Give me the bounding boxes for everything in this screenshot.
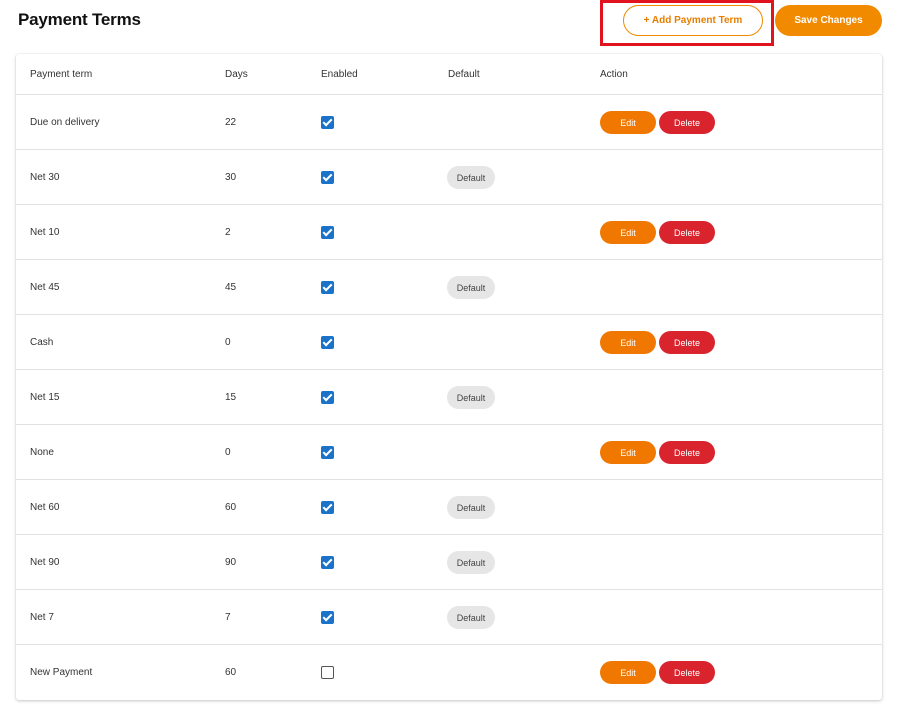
table-row: Net 60 60 Default: [16, 480, 882, 535]
payment-term-days: 60: [225, 502, 237, 513]
enabled-checkbox[interactable]: [321, 611, 334, 624]
table-header: Payment term Days Enabled Default Action: [16, 54, 882, 95]
payment-term-name: Cash: [30, 337, 54, 348]
table-row: Due on delivery 22 Edit Delete: [16, 95, 882, 150]
payment-term-name: None: [30, 447, 54, 458]
enabled-checkbox[interactable]: [321, 501, 334, 514]
payment-term-days: 0: [225, 447, 231, 458]
payment-term-days: 2: [225, 227, 231, 238]
payment-term-days: 60: [225, 667, 237, 678]
table-row: New Payment 60 Edit Delete: [16, 645, 882, 700]
payment-term-name: Due on delivery: [30, 117, 100, 128]
column-header-enabled: Enabled: [321, 69, 358, 80]
delete-button[interactable]: Delete: [659, 661, 715, 684]
enabled-checkbox[interactable]: [321, 666, 334, 679]
default-chip: Default: [447, 496, 495, 519]
table-row: Net 15 15 Default: [16, 370, 882, 425]
payment-term-name: Net 30: [30, 172, 60, 183]
delete-button[interactable]: Delete: [659, 111, 715, 134]
column-header-default: Default: [448, 69, 480, 80]
payment-terms-table: Payment term Days Enabled Default Action…: [16, 54, 882, 700]
table-row: Net 45 45 Default: [16, 260, 882, 315]
page-title: Payment Terms: [18, 10, 141, 29]
delete-button[interactable]: Delete: [659, 331, 715, 354]
enabled-checkbox[interactable]: [321, 446, 334, 459]
column-header-action: Action: [600, 69, 628, 80]
table-row: Net 7 7 Default: [16, 590, 882, 645]
column-header-days: Days: [225, 69, 248, 80]
table-row: Net 30 30 Default: [16, 150, 882, 205]
default-chip: Default: [447, 166, 495, 189]
delete-button[interactable]: Delete: [659, 221, 715, 244]
table-row: Net 90 90 Default: [16, 535, 882, 590]
payment-term-name: Net 45: [30, 282, 60, 293]
delete-button[interactable]: Delete: [659, 441, 715, 464]
enabled-checkbox[interactable]: [321, 171, 334, 184]
payment-term-days: 7: [225, 612, 231, 623]
payment-term-name: Net 15: [30, 392, 60, 403]
payment-term-name: Net 10: [30, 227, 60, 238]
payment-term-days: 90: [225, 557, 237, 568]
payment-term-days: 30: [225, 172, 237, 183]
default-chip: Default: [447, 606, 495, 629]
enabled-checkbox[interactable]: [321, 391, 334, 404]
payment-term-name: Net 90: [30, 557, 60, 568]
edit-button[interactable]: Edit: [600, 441, 656, 464]
payment-term-days: 0: [225, 337, 231, 348]
save-changes-button[interactable]: Save Changes: [775, 5, 882, 36]
table-row: None 0 Edit Delete: [16, 425, 882, 480]
column-header-payment-term: Payment term: [30, 69, 93, 80]
table-row: Cash 0 Edit Delete: [16, 315, 882, 370]
enabled-checkbox[interactable]: [321, 556, 334, 569]
payment-term-name: Net 7: [30, 612, 54, 623]
add-payment-term-button[interactable]: + Add Payment Term: [623, 5, 763, 36]
default-chip: Default: [447, 276, 495, 299]
payment-term-days: 45: [225, 282, 237, 293]
edit-button[interactable]: Edit: [600, 331, 656, 354]
default-chip: Default: [447, 551, 495, 574]
enabled-checkbox[interactable]: [321, 281, 334, 294]
payment-term-name: New Payment: [30, 667, 93, 678]
enabled-checkbox[interactable]: [321, 336, 334, 349]
default-chip: Default: [447, 386, 495, 409]
enabled-checkbox[interactable]: [321, 116, 334, 129]
payment-term-days: 15: [225, 392, 237, 403]
edit-button[interactable]: Edit: [600, 661, 656, 684]
edit-button[interactable]: Edit: [600, 111, 656, 134]
table-row: Net 10 2 Edit Delete: [16, 205, 882, 260]
enabled-checkbox[interactable]: [321, 226, 334, 239]
edit-button[interactable]: Edit: [600, 221, 656, 244]
payment-term-days: 22: [225, 117, 237, 128]
payment-term-name: Net 60: [30, 502, 60, 513]
